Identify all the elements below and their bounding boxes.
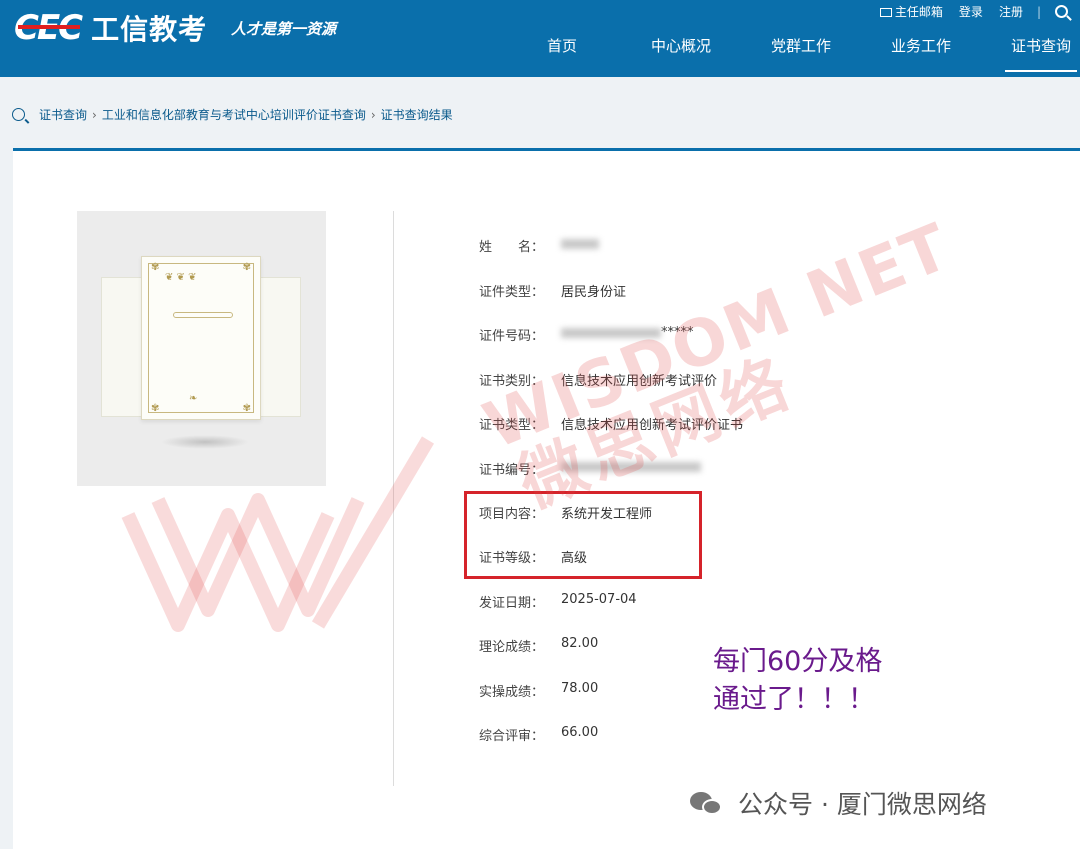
breadcrumb-item[interactable]: 证书查询	[39, 106, 87, 123]
nav-home[interactable]: 首页	[547, 36, 577, 77]
divider: |	[1036, 4, 1041, 19]
breadcrumb-item: 证书查询结果	[380, 108, 453, 122]
redacted-value	[561, 461, 701, 472]
field-issue-date: 发证日期： 2025-07-04	[479, 592, 637, 611]
field-overall-review: 综合评审： 66.00	[479, 725, 599, 744]
field-cert-type: 证书类型： 信息技术应用创新考试评价证书	[479, 418, 744, 433]
breadcrumb-item[interactable]: 工业和信息化部教育与考试中心培训评价证书查询	[102, 106, 366, 123]
search-icon	[12, 108, 25, 121]
field-id-number: 证件号码： *****	[479, 325, 694, 344]
wechat-icon	[690, 789, 724, 817]
redacted-value	[561, 238, 599, 249]
highlight-box	[464, 491, 702, 579]
annotation-note: 每门60分及格 通过了！！！	[713, 646, 883, 715]
mail-icon	[879, 8, 892, 17]
field-cert-number: 证书编号：	[479, 459, 701, 478]
nav-certificate-query[interactable]: 证书查询	[1004, 36, 1078, 77]
field-theory-score: 理论成绩： 82.00	[479, 636, 599, 655]
certificate-image: ❦ ❦ ❦ ✾ ✾ ✾ ✾ ❧	[77, 211, 326, 486]
field-cert-category: 证书类别： 信息技术应用创新考试评价	[479, 374, 718, 389]
footer-text: 公众号 · 厦门微思网络	[738, 790, 987, 819]
result-panel: ❦ ❦ ❦ ✾ ✾ ✾ ✾ ❧ 姓 名： 证件类型： 居民身份证 证件号码： *…	[13, 148, 1080, 849]
redacted-value	[561, 327, 661, 338]
top-links: 主任邮箱 登录 注册 |	[864, 3, 1068, 20]
register-link[interactable]: 注册	[999, 3, 1023, 20]
field-name: 姓 名：	[479, 236, 599, 255]
breadcrumb: 证书查询 › 工业和信息化部教育与考试中心培训评价证书查询 › 证书查询结果	[12, 106, 453, 123]
wechat-footer: 公众号 · 厦门微思网络	[690, 785, 987, 821]
login-link[interactable]: 登录	[959, 3, 983, 20]
divider	[393, 211, 394, 786]
search-icon[interactable]	[1055, 5, 1068, 18]
field-id-type: 证件类型： 居民身份证	[479, 285, 627, 300]
nav-party-work[interactable]: 党群工作	[771, 36, 831, 77]
main-nav: 首页 中心概况 党群工作 业务工作 证书查询	[0, 36, 1080, 77]
site-header: CEC 工信教考 人才是第一资源 主任邮箱 登录 注册 | 首页 中心概况 党群…	[0, 0, 1080, 77]
chevron-right-icon: ›	[370, 107, 376, 122]
mail-link[interactable]: 主任邮箱	[879, 3, 943, 20]
chevron-right-icon: ›	[92, 107, 97, 122]
nav-center-overview[interactable]: 中心概况	[651, 36, 711, 77]
field-practice-score: 实操成绩： 78.00	[479, 681, 599, 700]
nav-business-work[interactable]: 业务工作	[891, 36, 951, 77]
